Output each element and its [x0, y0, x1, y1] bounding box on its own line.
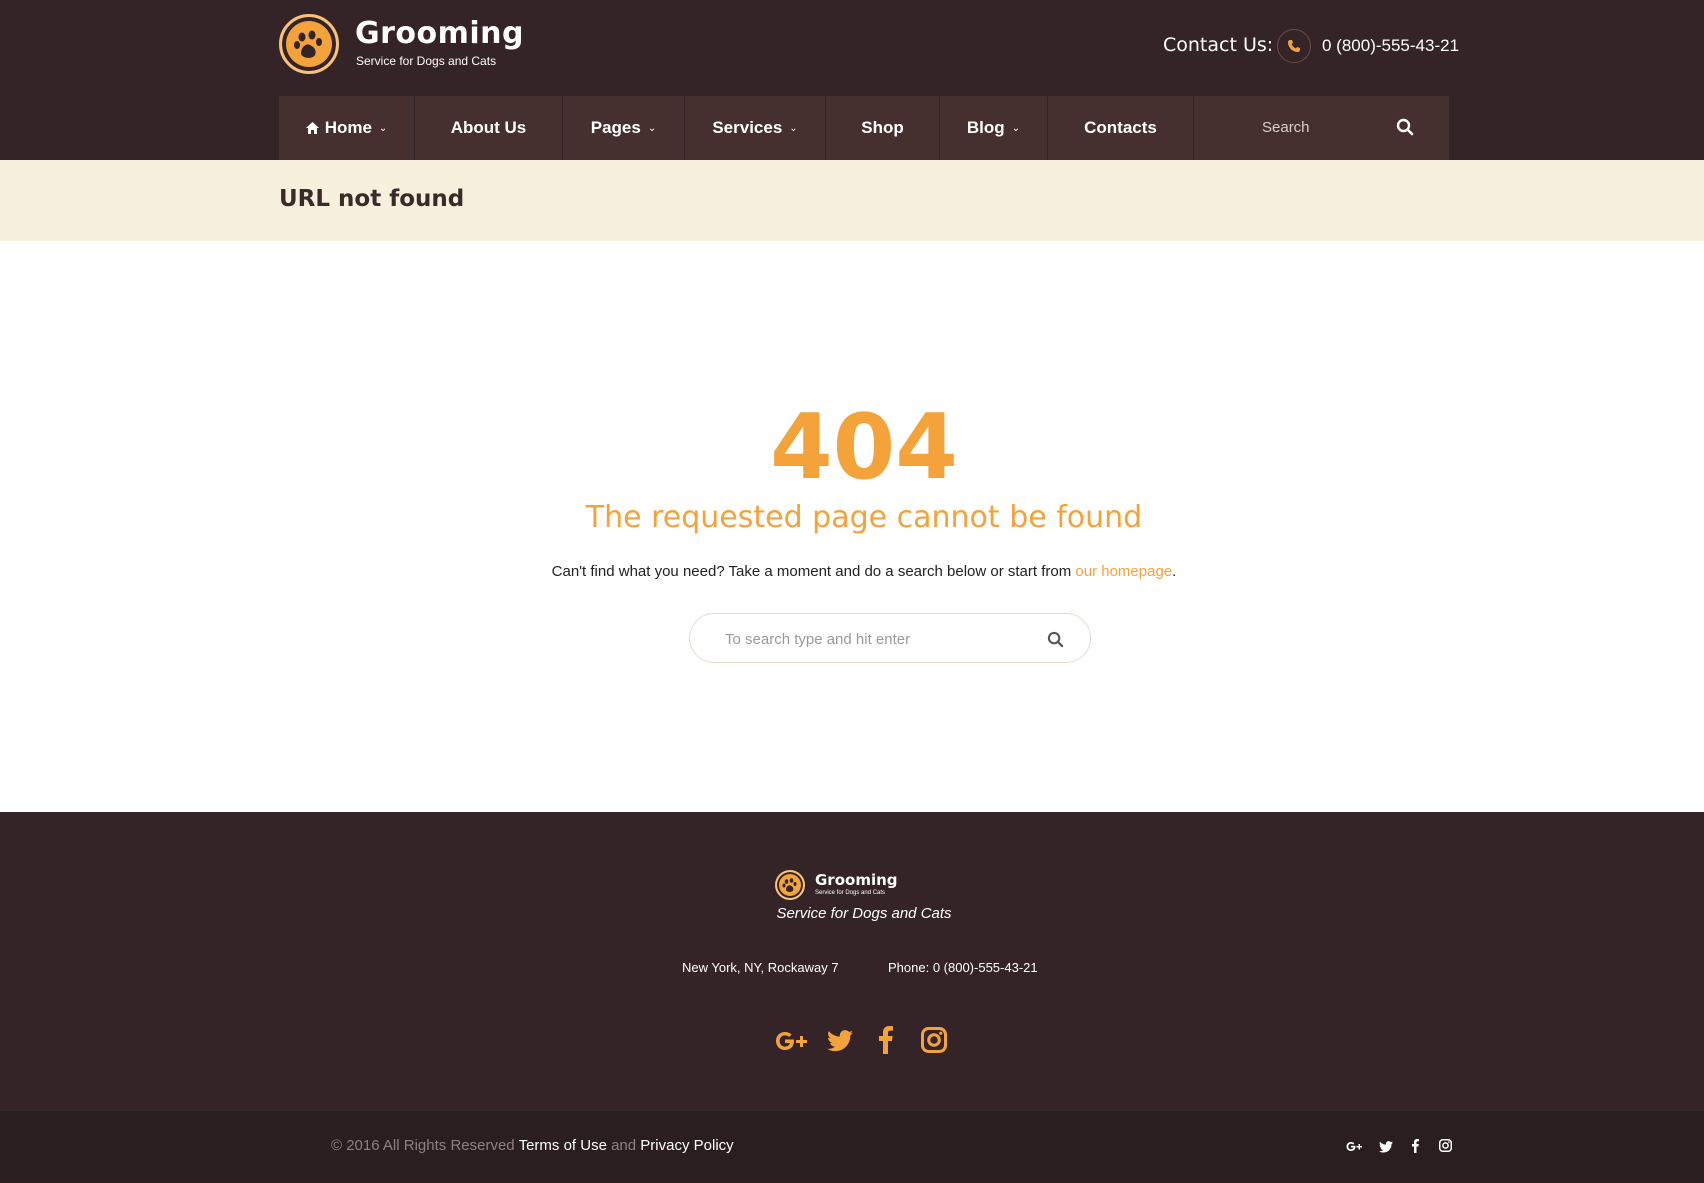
nav-item-home[interactable]: Home ⌄: [279, 96, 415, 160]
footer-tagline: Service for Dogs and Cats: [776, 905, 952, 922]
bottom-bar: © 2016 All Rights Reserved Terms of Use …: [0, 1111, 1704, 1183]
nav-item-pages[interactable]: Pages ⌄: [563, 96, 685, 160]
bottom-social-links: [1345, 1138, 1455, 1156]
homepage-link[interactable]: our homepage: [1075, 563, 1172, 580]
brand-tagline: Service for Dogs and Cats: [356, 54, 497, 68]
nav-item-about-us[interactable]: About Us: [415, 96, 563, 160]
home-icon: [305, 122, 319, 134]
terms-link[interactable]: Terms of Use: [519, 1137, 607, 1154]
search-icon[interactable]: [1047, 631, 1064, 648]
error-code: 404: [770, 395, 958, 500]
error-title: The requested page cannot be found: [585, 500, 1143, 535]
footer-address: New York, NY, Rockaway 7: [682, 960, 839, 975]
google-plus-icon[interactable]: [773, 1028, 813, 1059]
footer-brand-name: Grooming: [815, 871, 898, 889]
contact-phone[interactable]: 0 (800)-555-43-21: [1322, 36, 1459, 56]
copyright: © 2016 All Rights Reserved Terms of Use …: [331, 1137, 734, 1154]
nav-label-shop: Shop: [861, 118, 904, 137]
nav-item-shop[interactable]: Shop: [826, 96, 940, 160]
chevron-down-icon: ⌄: [647, 122, 657, 134]
chevron-down-icon: ⌄: [789, 122, 798, 134]
phone-icon: [1277, 29, 1311, 63]
page-title: URL not found: [279, 186, 465, 212]
search-icon[interactable]: [1396, 118, 1414, 136]
error-message: Can't find what you need? Take a moment …: [0, 563, 1704, 580]
instagram-icon[interactable]: [1439, 1139, 1452, 1157]
site-footer: Grooming Service for Dogs and Cats Servi…: [0, 812, 1704, 1111]
nav-label-about-us: About Us: [450, 118, 527, 137]
site-header: Grooming Service for Dogs and Cats Conta…: [0, 0, 1704, 160]
twitter-icon[interactable]: [827, 1029, 853, 1058]
nav-item-blog[interactable]: Blog ⌄: [940, 96, 1048, 160]
site-logo[interactable]: Grooming Service for Dogs and Cats: [279, 14, 539, 76]
main-nav: Home ⌄ About Us Pages ⌄ Services ⌄ Shop …: [279, 96, 1449, 160]
paw-logo-icon: [279, 14, 339, 74]
footer-brand-tagline-small: Service for Dogs and Cats: [815, 890, 886, 896]
nav-label-blog: Blog: [966, 118, 1005, 137]
nav-item-contacts[interactable]: Contacts: [1048, 96, 1194, 160]
nav-label-contacts: Contacts: [1084, 118, 1157, 137]
instagram-icon[interactable]: [921, 1027, 947, 1058]
nav-item-services[interactable]: Services ⌄: [685, 96, 826, 160]
contact-label: Contact Us:: [1163, 34, 1274, 56]
search-form: [689, 613, 1091, 663]
error-message-end: .: [1172, 563, 1177, 580]
footer-phone: Phone: 0 (800)-555-43-21: [888, 960, 1038, 975]
page-title-bar: URL not found: [0, 160, 1704, 241]
nav-label-services: Services: [712, 118, 783, 137]
facebook-icon[interactable]: [1412, 1139, 1419, 1158]
chevron-down-icon: ⌄: [378, 122, 388, 134]
privacy-link[interactable]: Privacy Policy: [640, 1137, 733, 1154]
error-message-text: Can't find what you need? Take a moment …: [551, 563, 1076, 580]
search-input[interactable]: [725, 626, 1025, 652]
nav-search: [1194, 96, 1449, 160]
footer-logo[interactable]: Grooming Service for Dogs and Cats: [775, 870, 915, 902]
google-plus-icon[interactable]: [1345, 1140, 1365, 1158]
paw-logo-icon: [775, 870, 805, 900]
footer-social-links: [773, 1024, 953, 1060]
nav-label-home: Home: [324, 118, 372, 137]
chevron-down-icon: ⌄: [1011, 122, 1021, 134]
twitter-icon[interactable]: [1379, 1140, 1393, 1158]
copyright-text: © 2016 All Rights Reserved: [331, 1137, 515, 1154]
facebook-icon[interactable]: [879, 1026, 893, 1059]
nav-label-pages: Pages: [590, 118, 641, 137]
brand-name: Grooming: [355, 16, 525, 51]
copyright-and: and: [611, 1137, 637, 1154]
